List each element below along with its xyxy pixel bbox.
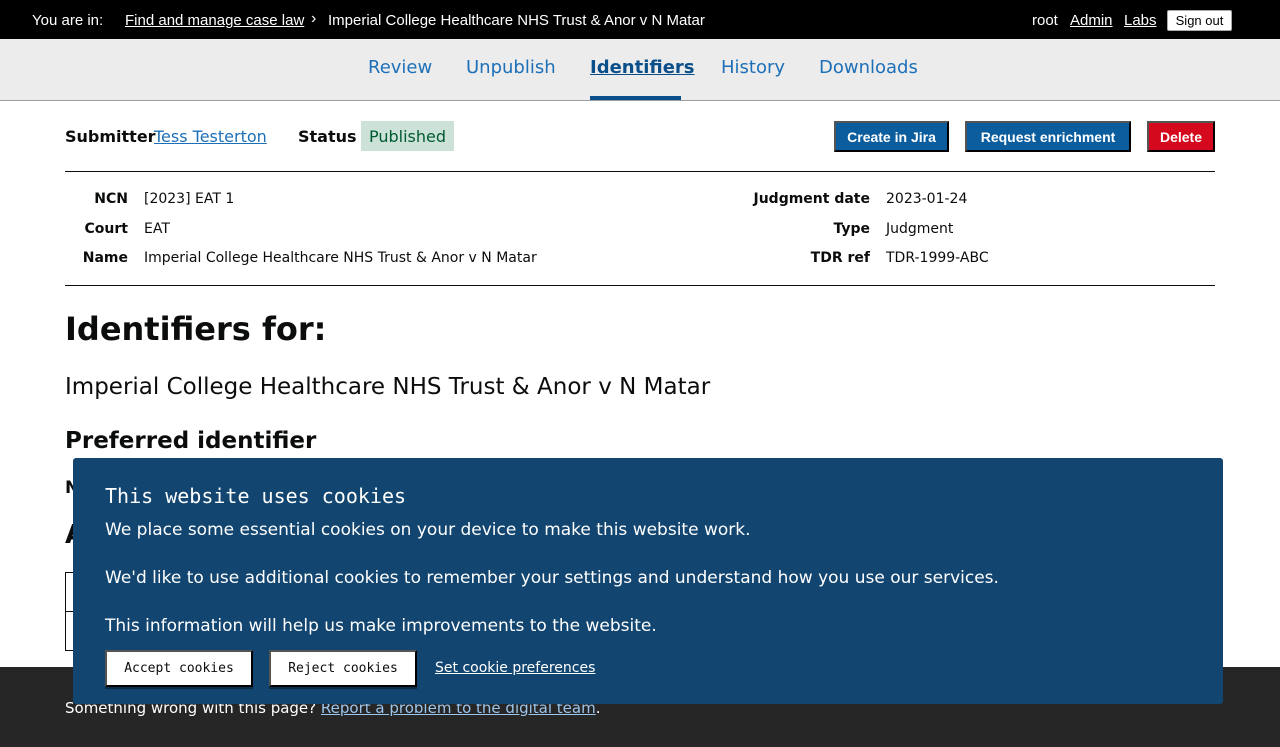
ncn-value: [2023] EAT 1 — [144, 191, 235, 207]
request-enrichment-button[interactable]: Request enrichment — [965, 121, 1131, 152]
tab-unpublish[interactable]: Unpublish — [466, 57, 556, 78]
tab-history[interactable]: History — [721, 57, 785, 78]
case-name: Imperial College Healthcare NHS Trust & … — [65, 374, 711, 400]
create-in-jira-button[interactable]: Create in Jira — [834, 121, 949, 152]
tdr-ref-value: TDR-1999-ABC — [886, 250, 989, 266]
you-are-in-label: You are in: — [32, 12, 104, 29]
reject-cookies-button[interactable]: Reject cookies — [269, 650, 417, 687]
judgment-date-label: Judgment date — [753, 191, 871, 207]
ncn-label: NCN — [94, 191, 128, 207]
submitter-label: Submitter — [65, 127, 156, 146]
chevron-right-icon: › — [311, 10, 317, 27]
name-label: Name — [82, 250, 128, 266]
name-value: Imperial College Healthcare NHS Trust & … — [144, 250, 537, 266]
breadcrumb-home-link[interactable]: Find and manage case law — [125, 12, 304, 29]
cookie-text-additional: We'd like to use additional cookies to r… — [105, 568, 999, 588]
top-bar: You are in: Find and manage case law › I… — [0, 0, 1280, 39]
type-value: Judgment — [886, 221, 954, 237]
accept-cookies-button[interactable]: Accept cookies — [105, 650, 253, 687]
labs-link[interactable]: Labs — [1124, 12, 1157, 29]
tab-review[interactable]: Review — [368, 57, 432, 78]
sign-out-button[interactable]: Sign out — [1167, 10, 1232, 31]
status-label: Status — [298, 127, 357, 146]
cookie-text-improvements: This information will help us make impro… — [105, 616, 657, 636]
cookie-preferences-link[interactable]: Set cookie preferences — [435, 660, 595, 676]
submitter-link[interactable]: Tess Testerton — [154, 127, 267, 146]
judgment-metadata: NCN [2023] EAT 1 Court EAT Name Imperial… — [65, 172, 1215, 286]
page-title: Identifiers for: — [65, 310, 327, 348]
cookie-banner-title: This website uses cookies — [105, 484, 407, 508]
admin-link[interactable]: Admin — [1070, 12, 1113, 29]
status-badge: Published — [361, 121, 455, 151]
court-value: EAT — [144, 221, 170, 237]
delete-button[interactable]: Delete — [1147, 121, 1215, 152]
active-tab-indicator — [590, 96, 681, 100]
tab-identifiers[interactable]: Identifiers — [590, 57, 695, 78]
tab-bar: Review Unpublish Identifiers History Dow… — [0, 39, 1280, 101]
judgment-date-value: 2023-01-24 — [886, 191, 968, 207]
user-name: root — [1032, 12, 1058, 29]
court-label: Court — [84, 221, 128, 237]
cookie-banner: This website uses cookies We place some … — [73, 458, 1223, 704]
submission-summary: Submitter Tess Testerton Status Publishe… — [65, 121, 1215, 172]
breadcrumb-current: Imperial College Healthcare NHS Trust & … — [328, 12, 705, 29]
cookie-text-essential: We place some essential cookies on your … — [105, 520, 751, 540]
type-label: Type — [833, 221, 870, 237]
tab-downloads[interactable]: Downloads — [819, 57, 918, 78]
preferred-identifier-heading: Preferred identifier — [65, 428, 317, 454]
tdr-ref-label: TDR ref — [810, 250, 870, 266]
